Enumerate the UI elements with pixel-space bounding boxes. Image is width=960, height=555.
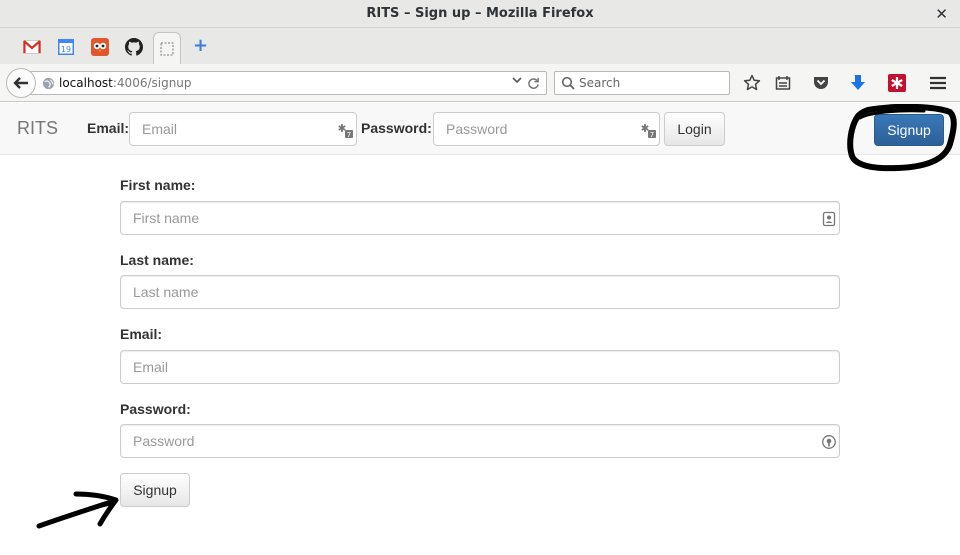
header-signup-button[interactable]: Signup	[874, 114, 944, 146]
header-email-placeholder: Email	[142, 121, 178, 137]
window-close-button[interactable]: ✕	[935, 5, 948, 23]
svg-text:7: 7	[347, 131, 351, 138]
password-key-icon[interactable]	[821, 434, 837, 453]
header-email-label: Email:	[87, 120, 130, 136]
url-path: :4006/signup	[112, 76, 192, 90]
calendar-icon[interactable]: 19	[52, 34, 80, 60]
new-tab-button[interactable]: +	[193, 37, 208, 55]
first-name-label: First name:	[120, 177, 196, 193]
owl-icon[interactable]	[86, 34, 114, 60]
signup-submit-button[interactable]: Signup	[120, 473, 190, 507]
url-history-dropdown-icon[interactable]	[512, 76, 522, 87]
window-title: RITS – Sign up – Mozilla Firefox	[366, 6, 594, 21]
header-email-input[interactable]: Email 7	[129, 112, 357, 146]
search-input[interactable]: Search	[554, 71, 730, 95]
brand-logo[interactable]: RITS	[17, 118, 58, 139]
login-button[interactable]: Login	[664, 112, 725, 146]
contact-card-icon[interactable]	[821, 211, 837, 230]
password-manager-icon[interactable]: 7	[641, 122, 657, 141]
search-placeholder: Search	[579, 76, 621, 90]
bookmark-star-icon[interactable]	[742, 73, 762, 93]
reload-icon[interactable]	[527, 74, 540, 94]
gmail-icon[interactable]	[18, 34, 46, 60]
password-manager-icon[interactable]: 7	[338, 122, 354, 141]
first-name-placeholder: First name	[133, 210, 200, 226]
pointer-arrow-annotation	[36, 491, 119, 529]
window-titlebar: RITS – Sign up – Mozilla Firefox ✕	[0, 0, 960, 28]
download-icon[interactable]	[848, 73, 868, 93]
header-password-placeholder: Password	[446, 121, 508, 137]
email-input[interactable]: Email	[120, 350, 840, 384]
tab-strip: 19 +	[0, 28, 960, 64]
url-bar[interactable]: localhost:4006/signup	[22, 71, 547, 95]
menu-icon[interactable]	[928, 73, 948, 93]
last-name-placeholder: Last name	[133, 284, 199, 300]
header-password-label: Password:	[361, 120, 432, 136]
password-input[interactable]: Password	[120, 424, 840, 458]
back-button[interactable]	[6, 68, 36, 98]
navigation-toolbar: localhost:4006/signup Search	[0, 64, 960, 102]
back-arrow-icon	[13, 77, 28, 89]
calendar-date: 19	[61, 45, 71, 54]
password-placeholder: Password	[133, 433, 195, 449]
first-name-input[interactable]: First name	[120, 201, 840, 235]
email-placeholder: Email	[133, 359, 169, 375]
github-icon[interactable]	[120, 34, 148, 60]
last-name-label: Last name:	[120, 252, 194, 268]
email-label: Email:	[120, 326, 163, 342]
pocket-icon[interactable]	[811, 73, 831, 93]
last-name-input[interactable]: Last name	[120, 275, 840, 309]
header-password-input[interactable]: Password 7	[433, 112, 660, 146]
app-navbar: RITS Email: Email 7 Password: Password 7…	[0, 103, 960, 155]
lastpass-icon[interactable]	[887, 73, 907, 93]
svg-text:7: 7	[650, 131, 654, 138]
reading-list-icon[interactable]	[773, 73, 793, 93]
password-label: Password:	[120, 401, 191, 417]
search-icon	[561, 76, 575, 93]
url-host: localhost	[59, 76, 113, 90]
blank-tab-icon[interactable]	[153, 32, 181, 64]
globe-icon	[42, 77, 55, 93]
